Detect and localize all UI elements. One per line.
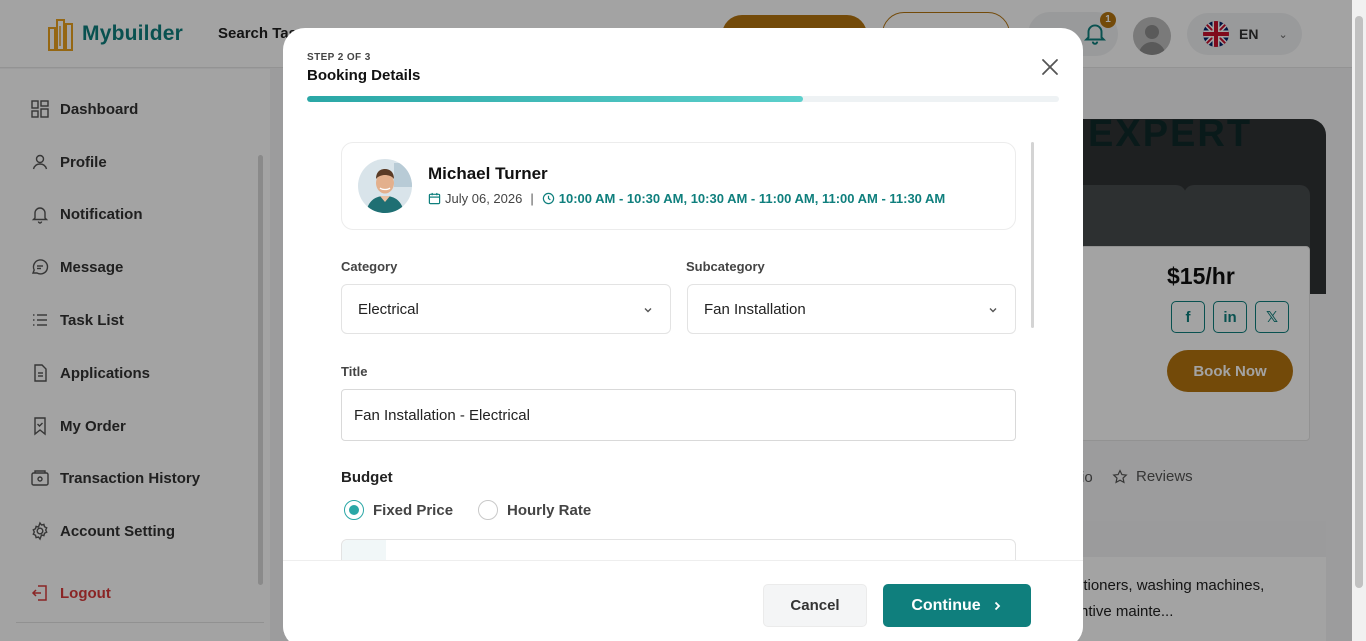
radio-selected[interactable] <box>344 500 364 520</box>
radio-label: Hourly Rate <box>507 501 592 519</box>
budget-option-hourly-rate[interactable]: Hourly Rate <box>478 500 591 520</box>
subcategory-label: Subcategory <box>686 259 765 274</box>
provider-card: Michael Turner July 06, 2026 | 10:00 AM … <box>341 142 1016 230</box>
meta-separator: | <box>530 191 534 206</box>
close-icon <box>1042 59 1058 75</box>
progress-fill <box>307 96 804 102</box>
booking-date: July 06, 2026 <box>445 191 523 206</box>
page-scrollbar-thumb[interactable] <box>1355 16 1363 588</box>
modal-title: Booking Details <box>307 67 421 84</box>
chevron-right-icon <box>994 601 1000 610</box>
title-label: Title <box>341 364 368 379</box>
budget-amount-input[interactable] <box>341 539 1016 560</box>
category-value: Electrical <box>358 300 419 318</box>
subcategory-value: Fan Installation <box>704 300 806 318</box>
booking-details-modal: STEP 2 OF 3 Booking Details Michael Turn… <box>283 28 1083 641</box>
provider-avatar <box>358 159 412 213</box>
subcategory-select[interactable]: Fan Installation <box>687 284 1016 334</box>
modal-footer: Cancel Continue <box>283 560 1083 641</box>
radio-label: Fixed Price <box>373 501 454 519</box>
booking-schedule: July 06, 2026 | 10:00 AM - 10:30 AM, 10:… <box>428 191 945 206</box>
chevron-down-icon <box>644 308 652 313</box>
category-label: Category <box>341 259 398 274</box>
budget-option-fixed-price[interactable]: Fixed Price <box>344 500 453 520</box>
cancel-button[interactable]: Cancel <box>763 584 867 627</box>
budget-label: Budget <box>341 469 393 486</box>
clock-icon <box>542 192 554 205</box>
progress-bar <box>307 96 1059 102</box>
step-indicator: STEP 2 OF 3 <box>307 52 371 63</box>
title-input[interactable] <box>341 389 1016 441</box>
modal-scroll-area[interactable]: Michael Turner July 06, 2026 | 10:00 AM … <box>283 124 1083 560</box>
provider-photo <box>358 159 412 213</box>
category-select[interactable]: Electrical <box>341 284 671 334</box>
radio-unselected[interactable] <box>478 500 498 520</box>
continue-button[interactable]: Continue <box>883 584 1031 627</box>
currency-prefix <box>342 540 386 560</box>
provider-name: Michael Turner <box>428 164 548 183</box>
modal-scrollbar[interactable] <box>1031 142 1034 328</box>
continue-label: Continue <box>911 596 981 614</box>
calendar-icon <box>428 192 441 205</box>
close-button[interactable] <box>1037 54 1063 80</box>
booking-time-slots: 10:00 AM - 10:30 AM, 10:30 AM - 11:00 AM… <box>558 191 946 206</box>
chevron-down-icon <box>989 308 997 313</box>
